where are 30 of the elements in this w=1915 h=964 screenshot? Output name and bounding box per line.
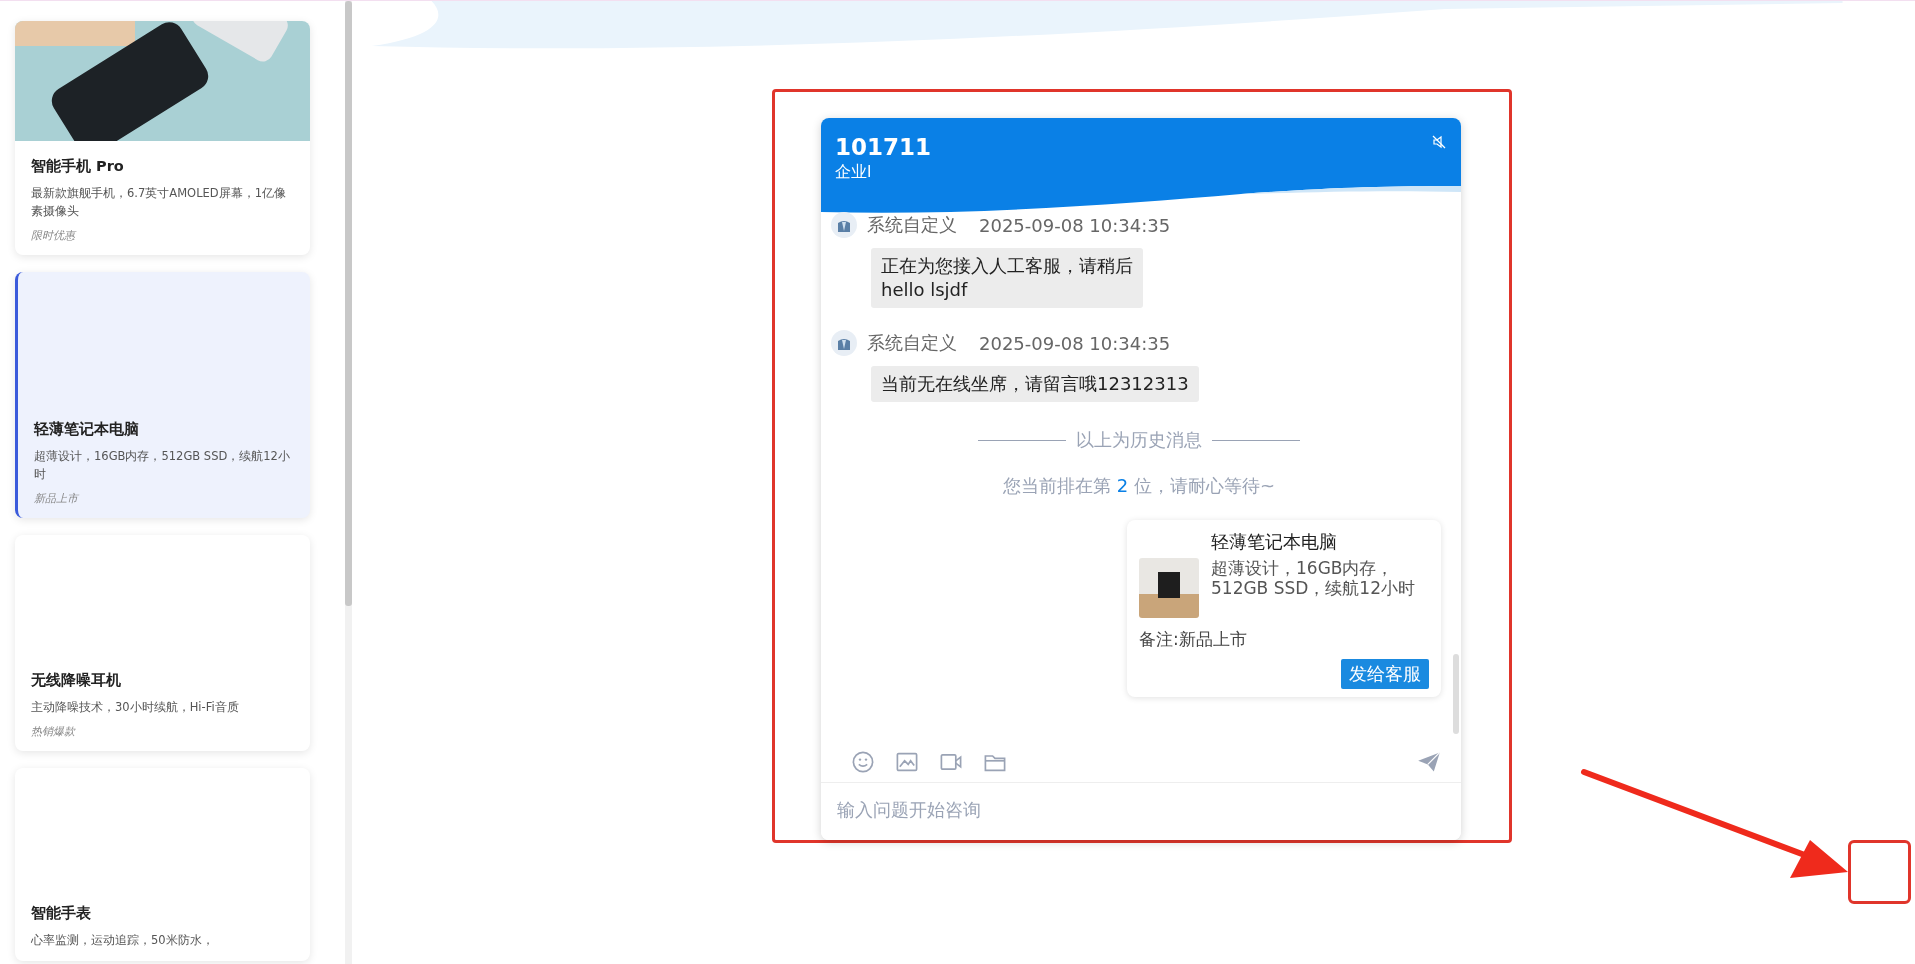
product-description: 超薄设计，16GB内存，512GB SSD，续航12小时	[34, 448, 291, 483]
sender-name: 系统自定义	[867, 213, 957, 237]
product-title: 智能手表	[31, 904, 92, 923]
chat-subtitle: 企业l	[835, 162, 873, 183]
product-note: 备注:新品上市	[1139, 628, 1248, 651]
product-card[interactable]: 轻薄笔记本电脑 超薄设计，16GB内存，512GB SSD，续航12小时 新品上市	[15, 272, 310, 518]
message-bubble: 正在为您接入人工客服，请稍后 hello lsjdf	[871, 248, 1143, 308]
product-tag: 限时优惠	[31, 228, 294, 243]
product-description: 主动降噪技术，30小时续航，Hi-Fi音质	[31, 699, 240, 716]
message-input[interactable]: 输入问题开始咨询	[821, 783, 1461, 840]
product-tag: 新品上市	[34, 491, 294, 506]
message-time: 2025-09-08 10:34:35	[979, 332, 1171, 354]
send-to-agent-button[interactable]: 发给客服	[1341, 659, 1429, 689]
history-divider-label: 以上为历史消息	[1076, 428, 1202, 452]
sender-name: 系统自定义	[867, 331, 957, 355]
queue-status: 您当前排在第 2 位，请耐心等待~	[1002, 474, 1276, 498]
product-tag: 热销爆款	[31, 724, 294, 739]
product-description: 超薄设计，16GB内存，512GB SSD，续航12小时	[1211, 558, 1416, 598]
product-card[interactable]: 无线降噪耳机 主动降噪技术，30小时续航，Hi-Fi音质 热销爆款	[15, 535, 310, 751]
product-title: 轻薄笔记本电脑	[34, 420, 140, 439]
product-card[interactable]: 智能手机 Pro 最新款旗舰手机，6.7英寸AMOLED屏幕，1亿像素摄像头 限时优惠	[15, 21, 310, 255]
product-title: 智能手机 Pro	[31, 157, 125, 176]
message-time: 2025-09-08 10:34:35	[979, 214, 1171, 236]
product-title: 轻薄笔记本电脑	[1211, 530, 1338, 554]
chat-title: 101711	[835, 134, 932, 160]
message-bubble: 当前无在线坐席，请留言哦12312313	[871, 366, 1199, 402]
product-description: 最新款旗舰手机，6.7英寸AMOLED屏幕，1亿像素摄像头	[31, 185, 287, 220]
product-description: 心率监测，运动追踪，50米防水，	[31, 932, 215, 949]
product-title: 无线降噪耳机	[31, 671, 122, 690]
product-card[interactable]: 智能手表 心率监测，运动追踪，50米防水，	[15, 768, 310, 961]
